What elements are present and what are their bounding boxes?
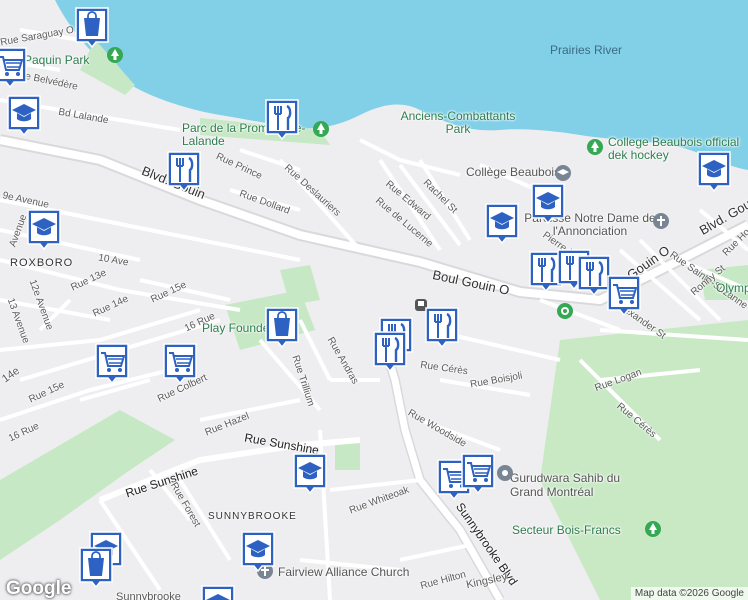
map-attribution[interactable]: Map data ©2026 Google: [630, 587, 748, 600]
school-pin[interactable]: [240, 530, 276, 572]
place-label[interactable]: Paquin Park: [24, 54, 89, 66]
grocery-pin[interactable]: [162, 342, 198, 384]
temple-poi-icon[interactable]: [496, 464, 514, 482]
church-poi-icon[interactable]: [652, 212, 670, 230]
restaurant-pin[interactable]: [372, 330, 408, 372]
grocery-pin[interactable]: [606, 274, 642, 316]
google-logo: Google: [6, 578, 72, 599]
place-label[interactable]: Anciens-Combattants Park: [398, 109, 518, 136]
place-label[interactable]: Fairview Alliance Church: [278, 566, 409, 578]
street-label: Sunnybrooke: [116, 591, 181, 600]
river-label: Prairies River: [550, 43, 623, 57]
school-pin[interactable]: [484, 202, 520, 244]
school-poi-icon[interactable]: [554, 164, 572, 182]
map-canvas[interactable]: Prairies River Rue Saraguay O Rue Belvéd…: [0, 0, 748, 600]
place-label[interactable]: Parc de la Promenade-Lalande: [182, 121, 322, 148]
school-pin[interactable]: [530, 182, 566, 224]
area-label: ROXBORO: [10, 257, 74, 269]
grocery-pin[interactable]: [94, 342, 130, 384]
shopping-pin[interactable]: [78, 546, 114, 588]
place-label[interactable]: Collège Beaubois: [466, 166, 560, 178]
place-label[interactable]: Gurudwara Sahib du Grand Montréal: [510, 471, 630, 500]
restaurant-pin[interactable]: [264, 98, 300, 140]
location-dot-icon[interactable]: [556, 302, 574, 320]
school-pin[interactable]: [292, 452, 328, 494]
school-pin[interactable]: [200, 584, 236, 600]
area-label: SUNNYBROOKE: [208, 511, 297, 522]
school-pin[interactable]: [6, 94, 42, 136]
park-poi-icon[interactable]: [644, 520, 662, 538]
park-poi-icon[interactable]: [106, 46, 124, 64]
school-pin[interactable]: [26, 208, 62, 250]
place-label[interactable]: Olymp: [716, 282, 748, 294]
park-poi-icon[interactable]: [312, 120, 330, 138]
place-label[interactable]: Secteur Bois-Francs: [512, 524, 621, 536]
shopping-pin[interactable]: [264, 306, 300, 348]
restaurant-pin[interactable]: [424, 306, 460, 348]
grocery-pin[interactable]: [460, 452, 496, 494]
restaurant-pin[interactable]: [166, 150, 202, 192]
grocery-pin[interactable]: [0, 46, 28, 88]
shopping-pin[interactable]: [74, 6, 110, 48]
school-pin[interactable]: [696, 150, 732, 192]
park-poi-icon[interactable]: [586, 138, 604, 156]
